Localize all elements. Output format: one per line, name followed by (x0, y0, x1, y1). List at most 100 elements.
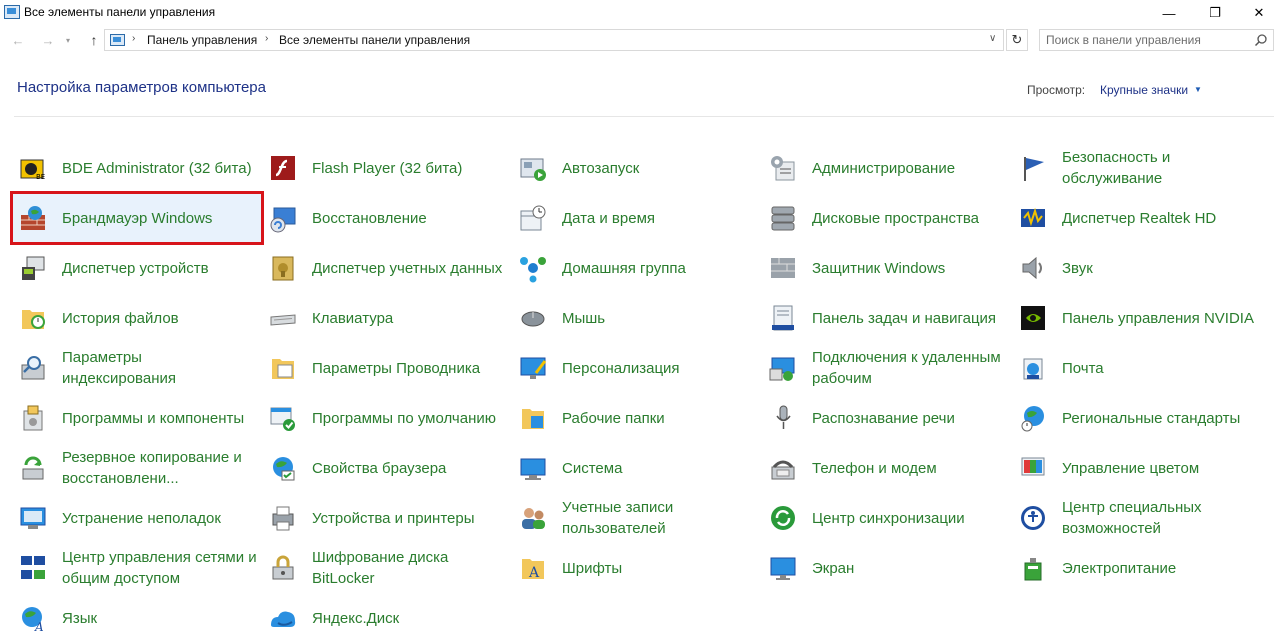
control-panel-item-label[interactable]: Flash Player (32 бита) (312, 143, 508, 193)
control-panel-item-label[interactable]: Управление цветом (1062, 443, 1258, 493)
control-panel-item-label[interactable]: История файлов (62, 293, 258, 343)
control-panel-item[interactable]: Диспетчер учетных данных (262, 243, 512, 293)
control-panel-item-label[interactable]: Мышь (562, 293, 758, 343)
control-panel-item[interactable]: Почта (1012, 343, 1262, 393)
control-panel-item-label[interactable]: Автозапуск (562, 143, 758, 193)
control-panel-item[interactable]: Звук (1012, 243, 1262, 293)
control-panel-item[interactable]: Клавиатура (262, 293, 512, 343)
control-panel-item-label[interactable]: BDE Administrator (32 бита) (62, 143, 258, 193)
control-panel-item-label[interactable]: Звук (1062, 243, 1258, 293)
control-panel-item[interactable]: Устройства и принтеры (262, 493, 512, 543)
control-panel-item[interactable]: Центр специальных возможностей (1012, 493, 1262, 543)
control-panel-item[interactable]: Диспетчер устройств (12, 243, 262, 293)
control-panel-item-label[interactable]: Шифрование диска BitLocker (312, 543, 508, 593)
control-panel-item[interactable]: Подключения к удаленным рабочим (762, 343, 1012, 393)
caret-down-icon[interactable]: ▼ (1194, 85, 1202, 94)
control-panel-item-label[interactable]: Параметры индексирования (62, 343, 258, 393)
control-panel-item-label[interactable]: Программы по умолчанию (312, 393, 508, 443)
control-panel-item[interactable]: Дисковые пространства (762, 193, 1012, 243)
control-panel-item-label[interactable]: Дисковые пространства (812, 193, 1008, 243)
control-panel-item[interactable]: Резервное копирование и восстановлени... (12, 443, 262, 493)
control-panel-item-label[interactable]: Устройства и принтеры (312, 493, 508, 543)
control-panel-item-label[interactable]: Резервное копирование и восстановлени... (62, 443, 258, 493)
control-panel-item-label[interactable]: Центр управления сетями и общим доступом (62, 543, 258, 593)
control-panel-item-label[interactable]: Свойства браузера (312, 443, 508, 493)
control-panel-item[interactable]: Экран (762, 543, 1012, 593)
control-panel-item[interactable]: Шифрование диска BitLocker (262, 543, 512, 593)
forward-button[interactable]: → (38, 30, 58, 50)
control-panel-item[interactable]: A Шрифты (512, 543, 762, 593)
control-panel-item[interactable]: Свойства браузера (262, 443, 512, 493)
control-panel-item[interactable]: Учетные записи пользователей (512, 493, 762, 543)
control-panel-item-label[interactable]: Почта (1062, 343, 1258, 393)
control-panel-item-label[interactable]: Региональные стандарты (1062, 393, 1258, 443)
control-panel-item-label[interactable]: Электропитание (1062, 543, 1258, 593)
control-panel-item-label[interactable]: Рабочие папки (562, 393, 758, 443)
control-panel-item[interactable]: Программы и компоненты (12, 393, 262, 443)
control-panel-item-label[interactable]: Шрифты (562, 543, 758, 593)
chevron-right-icon[interactable]: › (265, 33, 268, 44)
control-panel-item-label[interactable]: Экран (812, 543, 1008, 593)
control-panel-item-label[interactable]: Диспетчер Realtek HD (1062, 193, 1258, 243)
refresh-button[interactable]: ↻ (1006, 29, 1028, 51)
control-panel-item[interactable]: Мышь (512, 293, 762, 343)
control-panel-item[interactable]: BE BDE Administrator (32 бита) (12, 143, 262, 193)
control-panel-item-label[interactable]: Восстановление (312, 193, 508, 243)
up-button[interactable]: ↑ (84, 30, 104, 50)
control-panel-item[interactable]: Диспетчер Realtek HD (1012, 193, 1262, 243)
control-panel-item-label[interactable]: Защитник Windows (812, 243, 1008, 293)
control-panel-item[interactable]: Защитник Windows (762, 243, 1012, 293)
control-panel-item-label[interactable]: Диспетчер учетных данных (312, 243, 508, 293)
address-bar[interactable]: › Панель управления › Все элементы панел… (104, 29, 1004, 51)
control-panel-item-label[interactable]: Телефон и модем (812, 443, 1008, 493)
control-panel-item[interactable]: Восстановление (262, 193, 512, 243)
control-panel-item[interactable]: Региональные стандарты (1012, 393, 1262, 443)
view-by-dropdown[interactable]: Крупные значки ▼ (1100, 83, 1202, 97)
chevron-right-icon[interactable]: › (132, 33, 135, 44)
search-input[interactable] (1046, 32, 1246, 48)
control-panel-item-label[interactable]: Параметры Проводника (312, 343, 508, 393)
control-panel-item[interactable]: Электропитание (1012, 543, 1262, 593)
control-panel-item[interactable]: Яндекс.Диск (262, 593, 512, 643)
control-panel-item-label[interactable]: Система (562, 443, 758, 493)
maximize-button[interactable]: ❐ (1192, 0, 1238, 26)
chevron-down-icon[interactable]: ∨ (989, 33, 996, 44)
back-button[interactable]: ← (8, 30, 28, 50)
control-panel-item[interactable]: Домашняя группа (512, 243, 762, 293)
control-panel-item-label[interactable]: Панель управления NVIDIA (1062, 293, 1258, 343)
control-panel-item[interactable]: Панель задач и навигация (762, 293, 1012, 343)
control-panel-item-label[interactable]: Брандмауэр Windows (62, 193, 258, 243)
control-panel-item[interactable]: Программы по умолчанию (262, 393, 512, 443)
control-panel-item-label[interactable]: Подключения к удаленным рабочим (812, 343, 1008, 393)
control-panel-item-label[interactable]: Язык (62, 593, 258, 643)
search-box[interactable] (1039, 29, 1274, 51)
control-panel-item[interactable]: Система (512, 443, 762, 493)
recent-locations-button[interactable]: ▾ (62, 30, 74, 50)
control-panel-item[interactable]: Устранение неполадок (12, 493, 262, 543)
control-panel-item-label[interactable]: Клавиатура (312, 293, 508, 343)
minimize-button[interactable]: — (1146, 0, 1192, 26)
control-panel-item[interactable]: A Язык (12, 593, 262, 643)
control-panel-item[interactable]: Управление цветом (1012, 443, 1262, 493)
control-panel-item-label[interactable]: Панель задач и навигация (812, 293, 1008, 343)
view-by-value[interactable]: Крупные значки (1100, 83, 1188, 97)
control-panel-item[interactable]: Персонализация (512, 343, 762, 393)
control-panel-item[interactable]: Распознавание речи (762, 393, 1012, 443)
control-panel-item-label[interactable]: Безопасность и обслуживание (1062, 143, 1258, 193)
control-panel-item-label[interactable]: Домашняя группа (562, 243, 758, 293)
control-panel-item[interactable]: Центр синхронизации (762, 493, 1012, 543)
close-button[interactable]: ✕ (1236, 0, 1282, 26)
control-panel-item[interactable]: Панель управления NVIDIA (1012, 293, 1262, 343)
control-panel-item-label[interactable]: Центр синхронизации (812, 493, 1008, 543)
control-panel-item[interactable]: История файлов (12, 293, 262, 343)
control-panel-item[interactable]: Администрирование (762, 143, 1012, 193)
control-panel-item[interactable]: Параметры Проводника (262, 343, 512, 393)
control-panel-item-label[interactable]: Программы и компоненты (62, 393, 258, 443)
control-panel-item-label[interactable]: Яндекс.Диск (312, 593, 508, 643)
control-panel-item-label[interactable]: Устранение неполадок (62, 493, 258, 543)
control-panel-item-label[interactable]: Распознавание речи (812, 393, 1008, 443)
control-panel-item-label[interactable]: Учетные записи пользователей (562, 493, 758, 543)
control-panel-item[interactable]: Безопасность и обслуживание (1012, 143, 1262, 193)
control-panel-item[interactable]: Автозапуск (512, 143, 762, 193)
control-panel-item[interactable]: Дата и время (512, 193, 762, 243)
